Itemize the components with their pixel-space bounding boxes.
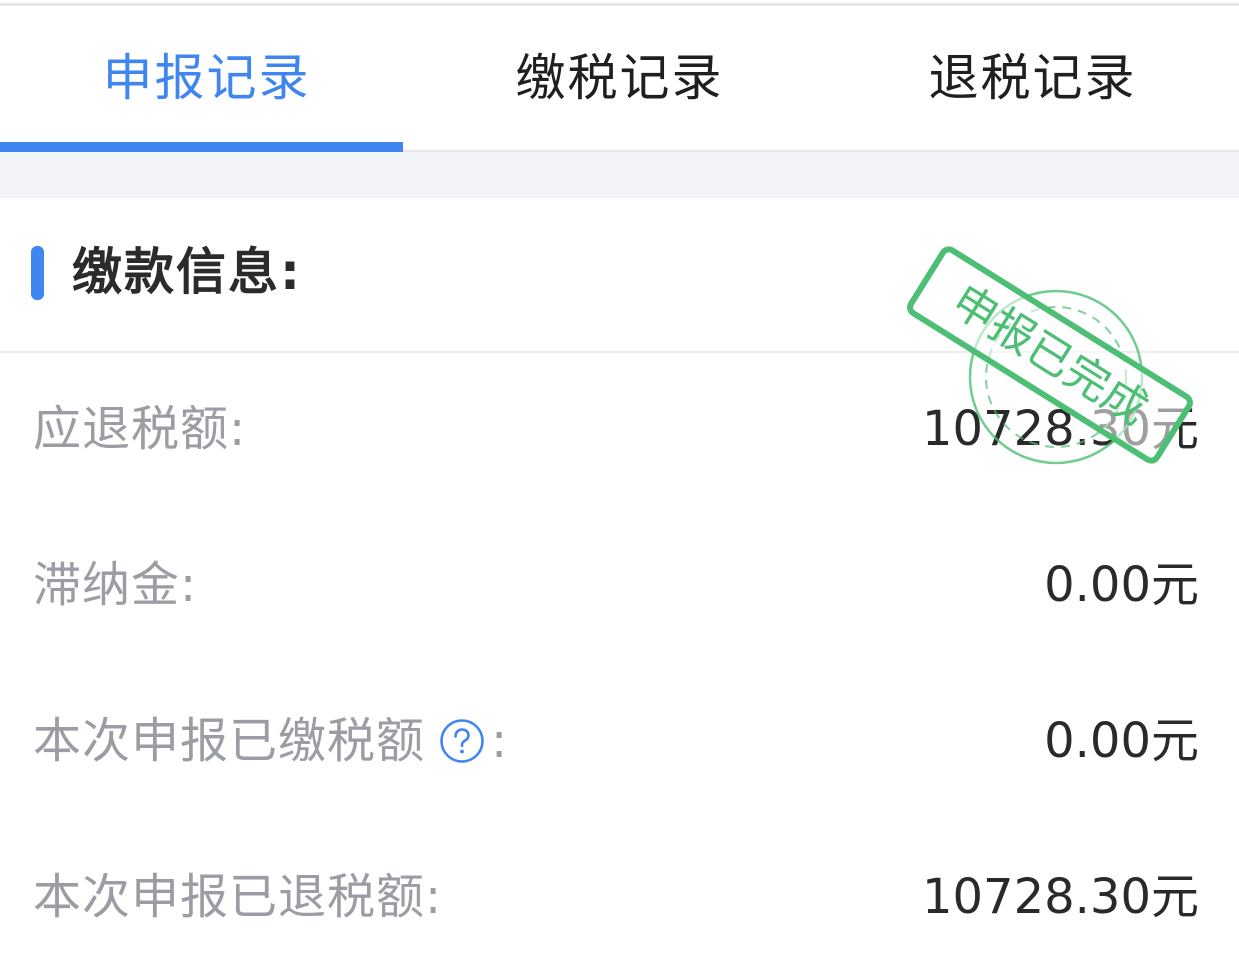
late-fee-value: 0.00元	[1044, 557, 1199, 613]
section-accent-bar	[31, 246, 44, 300]
row-refunded-tax: 本次申报已退税额: 10728.30元	[0, 821, 1239, 959]
row-paid-tax: 本次申报已缴税额: 0.00元	[0, 665, 1239, 821]
tab-declaration-records[interactable]: 申报记录	[0, 6, 413, 150]
refund-record-page: 申报记录 缴税记录 退税记录 缴款信息: 应退税额: 10728.30元 滞纳金…	[0, 0, 1239, 959]
paid-tax-value: 0.00元	[1044, 713, 1199, 769]
tab-declaration-records-label: 申报记录	[102, 49, 311, 107]
refundable-tax-value: 10728.30元	[921, 401, 1199, 457]
question-circle-icon[interactable]	[439, 718, 485, 764]
payment-info-header: 缴款信息:	[0, 198, 1239, 353]
refunded-tax-value: 10728.30元	[921, 869, 1199, 925]
refunded-tax-label: 本次申报已退税额:	[33, 869, 443, 925]
section-title: 缴款信息:	[72, 243, 302, 301]
tab-refund-records[interactable]: 退税记录	[826, 6, 1239, 150]
refundable-tax-label: 应退税额:	[33, 401, 247, 457]
row-late-fee: 滞纳金: 0.00元	[0, 509, 1239, 665]
record-tabs: 申报记录 缴税记录 退税记录	[0, 6, 1239, 152]
paid-tax-label-group: 本次申报已缴税额:	[33, 711, 508, 771]
paid-tax-label: 本次申报已缴税额	[33, 713, 426, 769]
paid-tax-colon: :	[491, 713, 509, 769]
tab-payment-records-label: 缴税记录	[515, 49, 724, 107]
late-fee-label: 滞纳金:	[33, 557, 198, 613]
row-refundable-tax: 应退税额: 10728.30元	[0, 353, 1239, 509]
section-spacer	[0, 152, 1239, 198]
tab-payment-records[interactable]: 缴税记录	[413, 6, 826, 150]
tab-refund-records-label: 退税记录	[928, 49, 1137, 107]
active-tab-indicator	[0, 142, 403, 152]
